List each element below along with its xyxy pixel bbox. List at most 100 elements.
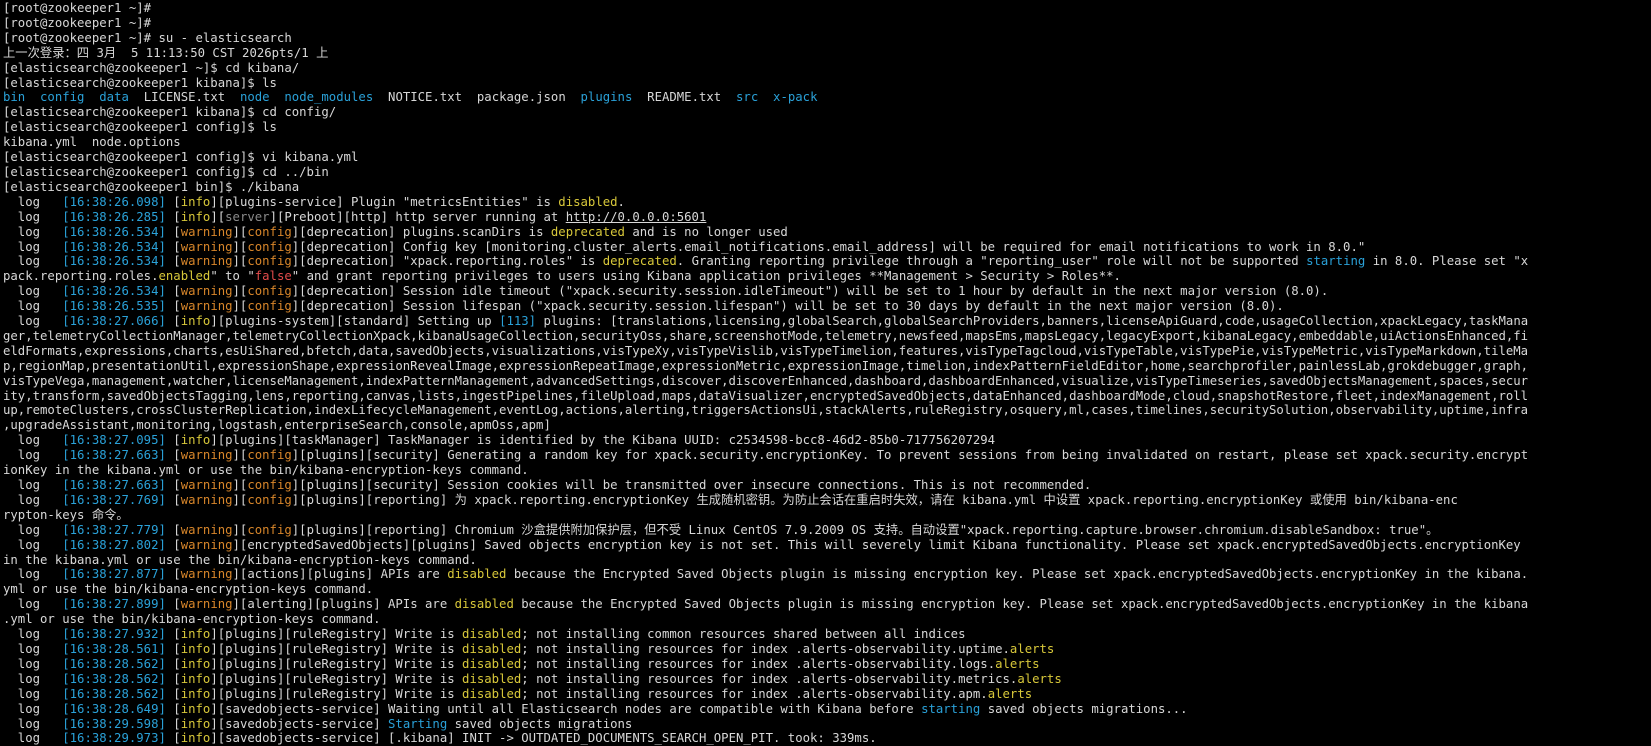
terminal-text: alerts	[995, 656, 1040, 671]
terminal-text: config	[247, 522, 292, 537]
terminal-text: warning	[180, 567, 233, 582]
terminal-output[interactable]: [root@zookeeper1 ~]# [root@zookeeper1 ~]#…	[3, 1, 1651, 746]
terminal-line: in the kibana.yml or use the bin/kibana-…	[3, 553, 1651, 568]
terminal-text: log	[3, 716, 63, 731]
terminal-text: ionKey in the kibana.yml or use the bin/…	[3, 463, 529, 478]
terminal-line: ger,telemetryCollectionManager,telemetry…	[3, 329, 1651, 344]
terminal-text: config	[247, 254, 292, 269]
terminal-text: log	[3, 314, 63, 329]
terminal-text: [	[165, 448, 181, 463]
terminal-line: log [16:38:27.769] [warning][config][plu…	[3, 493, 1651, 508]
terminal-text: " to "	[210, 269, 255, 284]
terminal-text: config	[247, 448, 292, 463]
terminal-line: [elasticsearch@zookeeper1 config]$ cd ..…	[3, 165, 1651, 180]
terminal-text: log	[3, 433, 63, 448]
terminal-text: ][Preboot][http] http server running at	[269, 209, 566, 224]
terminal-text: ][savedobjects-service] [.kibana] INIT -…	[210, 731, 877, 746]
terminal-text[interactable]: http://0.0.0.0:5601	[566, 210, 707, 224]
terminal-text: server	[225, 209, 270, 224]
terminal-text: log	[3, 194, 63, 209]
terminal-text: [	[165, 194, 181, 209]
terminal-text: config	[247, 478, 292, 492]
terminal-text: x-pack	[773, 90, 818, 105]
terminal-text: .yml or use the bin/kibana-encryption-ke…	[3, 612, 381, 627]
terminal-text: ][plugins][ruleRegistry] Write is	[210, 656, 463, 671]
terminal-line: log [16:38:28.562] [info][plugins][ruleR…	[3, 657, 1651, 672]
terminal-text: pack.reporting.roles.	[3, 269, 159, 284]
terminal-line: log [16:38:27.779] [warning][config][plu…	[3, 523, 1651, 538]
terminal-text: [	[165, 567, 181, 582]
terminal-text: log	[3, 284, 63, 299]
terminal-text: [16:38:26.534]	[62, 224, 166, 239]
terminal-text: config	[247, 284, 292, 299]
terminal-line: log [16:38:27.899] [warning][alerting][p…	[3, 597, 1651, 612]
terminal-text: log	[3, 627, 63, 642]
terminal-text: [	[165, 656, 181, 671]
terminal-line: eldFormats,expressions,charts,esUiShared…	[3, 344, 1651, 359]
terminal-text: ; not installing resources for index .al…	[521, 656, 996, 671]
terminal-line: ity,transform,savedObjectsTagging,lens,r…	[3, 389, 1651, 404]
terminal-text: [	[165, 641, 181, 656]
terminal-text: ][plugins][ruleRegistry] Write is	[210, 641, 463, 656]
terminal-text: [elasticsearch@zookeeper1 ~]$ cd kibana/	[3, 60, 300, 75]
terminal-text: warning	[180, 299, 233, 314]
terminal-line: up,remoteClusters,crossClusterReplicatio…	[3, 403, 1651, 418]
terminal-text: [	[165, 597, 181, 612]
terminal-text: ; not installing resources for index .al…	[521, 641, 1010, 656]
terminal-text: [16:38:26.535]	[62, 299, 166, 314]
terminal-text: info	[180, 314, 211, 329]
terminal-text: [16:38:27.663]	[62, 478, 166, 492]
terminal-line: rypton-keys 命令。	[3, 508, 1651, 523]
terminal-text: [16:38:28.561]	[62, 641, 166, 656]
terminal-line: [elasticsearch@zookeeper1 bin]$ ./kibana	[3, 180, 1651, 195]
terminal-text: ][actions][plugins] APIs are	[232, 567, 448, 582]
terminal-text: 上一次登录：四 3月 5 11:13:50 CST 2026pts/1 上	[3, 45, 329, 60]
terminal-text: in the kibana.yml or use the bin/kibana-…	[3, 552, 477, 567]
terminal-text: p,regionMap,presentationUtil,expressionS…	[3, 358, 1529, 373]
terminal-text: src	[736, 90, 759, 105]
terminal-text: warning	[180, 448, 233, 463]
terminal-text: ][deprecation] plugins.scanDirs is	[291, 224, 551, 239]
terminal-text: [	[165, 731, 181, 746]
terminal-line: log [16:38:26.098] [info][plugins-servic…	[3, 195, 1651, 210]
terminal-text: [elasticsearch@zookeeper1 config]$ vi ki…	[3, 150, 359, 165]
terminal-text: log	[3, 537, 63, 552]
terminal-text: [	[165, 537, 181, 552]
terminal-text: [16:38:26.098]	[62, 194, 166, 209]
terminal-text: [16:38:29.973]	[62, 731, 166, 746]
terminal-line: kibana.yml node.options	[3, 135, 1651, 150]
terminal-line: log [16:38:26.535] [warning][config][dep…	[3, 299, 1651, 314]
terminal-text: warning	[180, 239, 233, 254]
terminal-text: ; not installing resources for index .al…	[521, 671, 1018, 686]
terminal-text: ][savedobjects-service]	[210, 716, 389, 731]
terminal-text: ][plugins][reporting] 为 xpack.reporting.…	[291, 492, 1458, 507]
terminal-line: [elasticsearch@zookeeper1 config]$ vi ki…	[3, 150, 1651, 165]
terminal-text: bin	[3, 90, 26, 105]
terminal-text: [16:38:27.066]	[62, 314, 166, 329]
terminal-text: warning	[180, 597, 233, 612]
terminal-text: [	[165, 314, 181, 329]
terminal-text: ][deprecation] Config key [monitoring.cl…	[291, 239, 1366, 254]
terminal-text: [	[165, 239, 181, 254]
terminal-text: in 8.0. Please set "x	[1365, 254, 1529, 269]
terminal-text: ][	[232, 448, 248, 463]
terminal-text: ][plugins][security] Session cookies wil…	[291, 478, 1092, 492]
terminal-line: log [16:38:28.649] [info][savedobjects-s…	[3, 702, 1651, 717]
terminal-text: [16:38:28.562]	[62, 671, 166, 686]
terminal-text: [16:38:26.534]	[62, 254, 166, 269]
terminal-text: [16:38:27.663]	[62, 448, 166, 463]
terminal-text: . Granting reporting privilege through a…	[676, 254, 1307, 269]
terminal-text: log	[3, 299, 63, 314]
terminal-text: ][	[232, 478, 248, 492]
terminal-text: info	[180, 194, 211, 209]
terminal-text: node_modules	[284, 90, 374, 105]
terminal-text: [	[165, 701, 181, 716]
terminal-text: ][deprecation] "xpack.reporting.roles" i…	[291, 254, 603, 269]
terminal-text: saved objects migrations...	[980, 701, 1188, 716]
terminal-text: info	[180, 671, 211, 686]
terminal-text: ][	[210, 209, 226, 224]
terminal-line: yml or use the bin/kibana-encryption-key…	[3, 582, 1651, 597]
terminal-line: log [16:38:27.066] [info][plugins-system…	[3, 314, 1651, 329]
terminal-text: disabled	[462, 627, 522, 642]
